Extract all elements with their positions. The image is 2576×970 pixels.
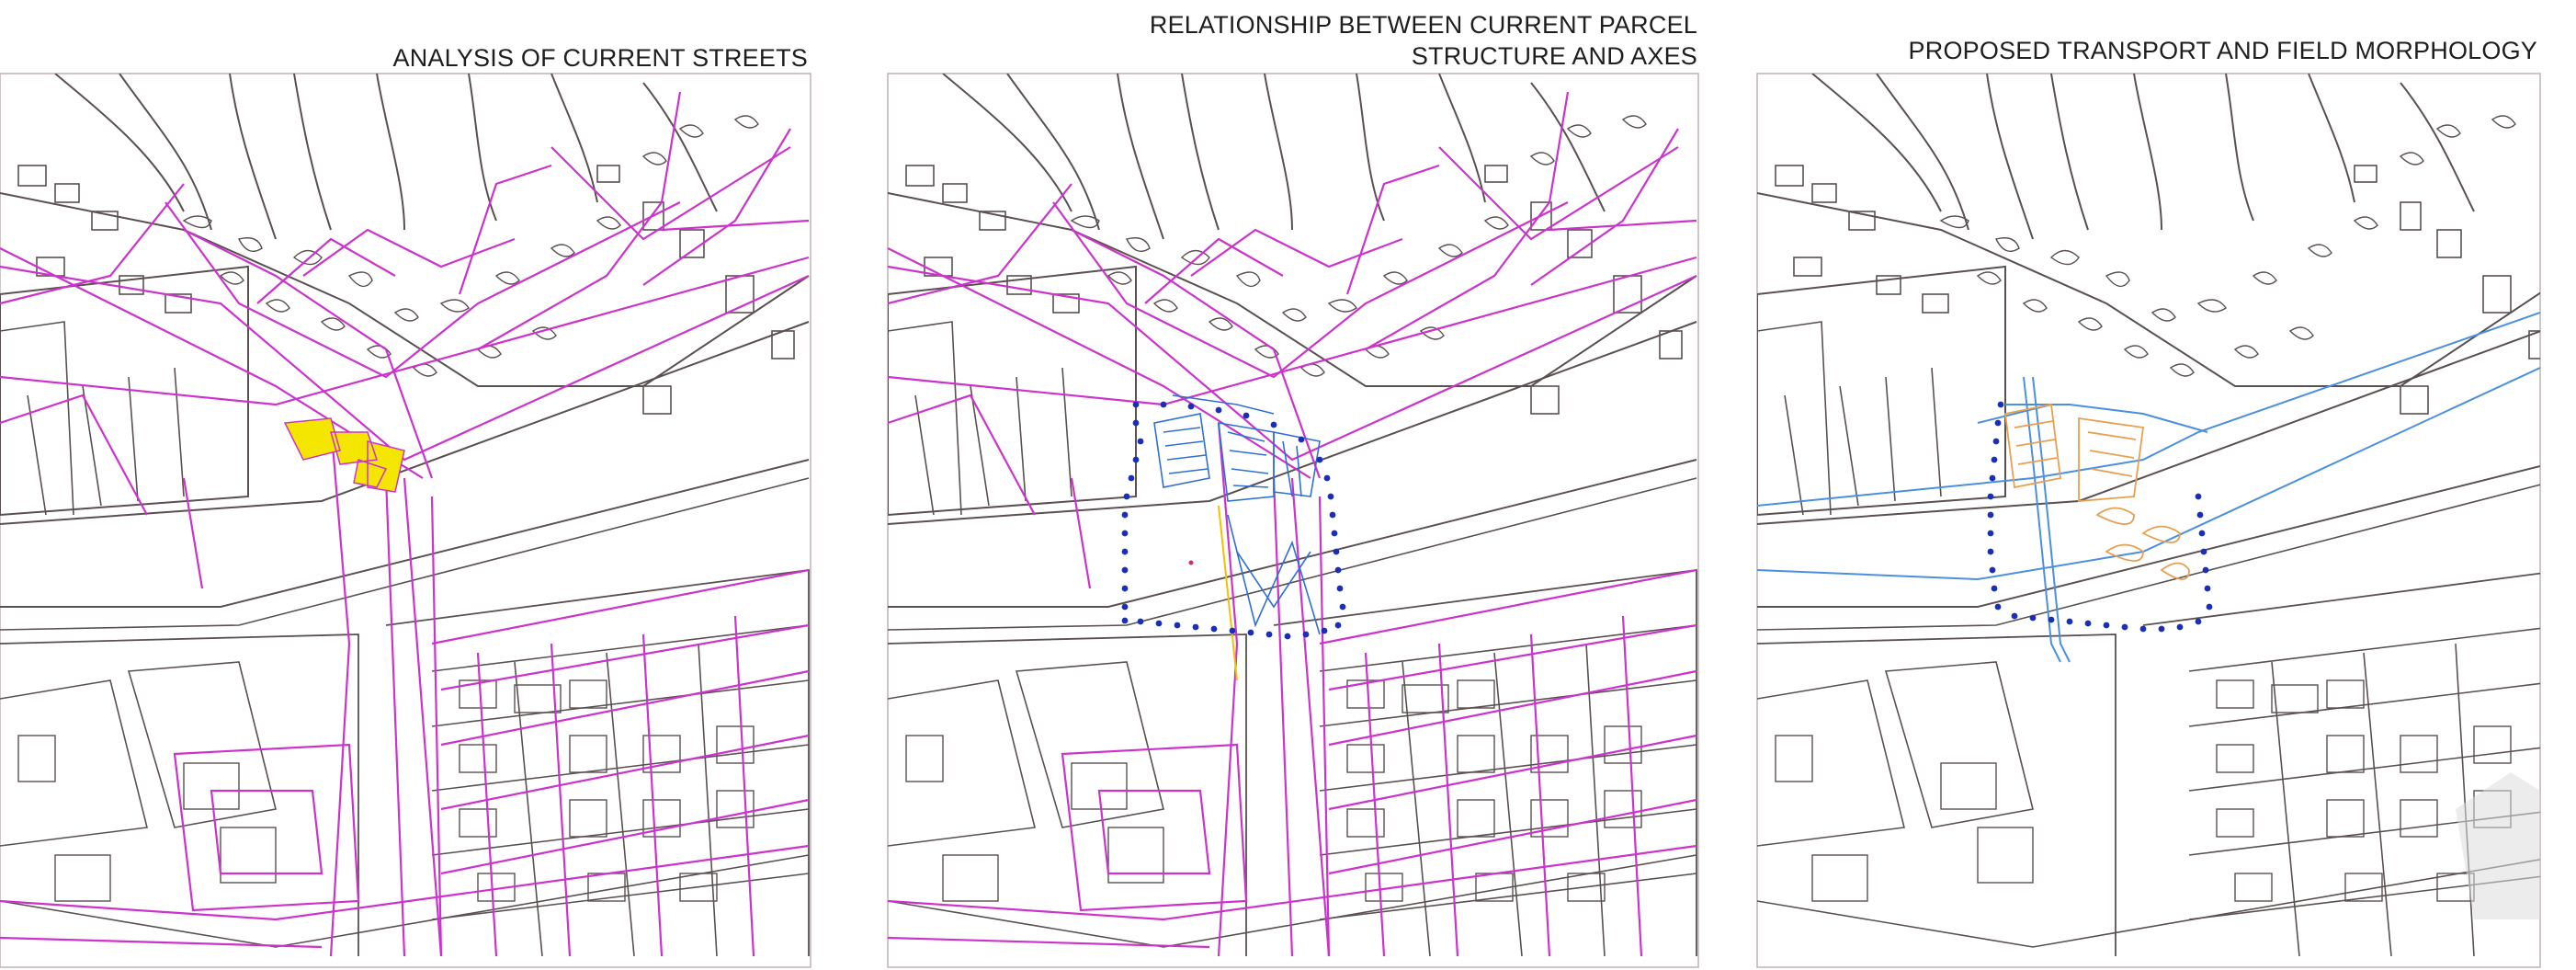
panel-2-frame <box>887 73 1699 968</box>
marker-point <box>1188 560 1194 565</box>
panel-3-frame <box>1756 73 2541 968</box>
diagram-canvas <box>0 73 2541 968</box>
panel-1-frame <box>0 73 811 968</box>
panel-3-proposed-transport-map <box>1756 73 2541 968</box>
panel-1-current-streets-map <box>0 73 811 968</box>
panel-2-parcel-structure-map <box>887 73 1699 968</box>
